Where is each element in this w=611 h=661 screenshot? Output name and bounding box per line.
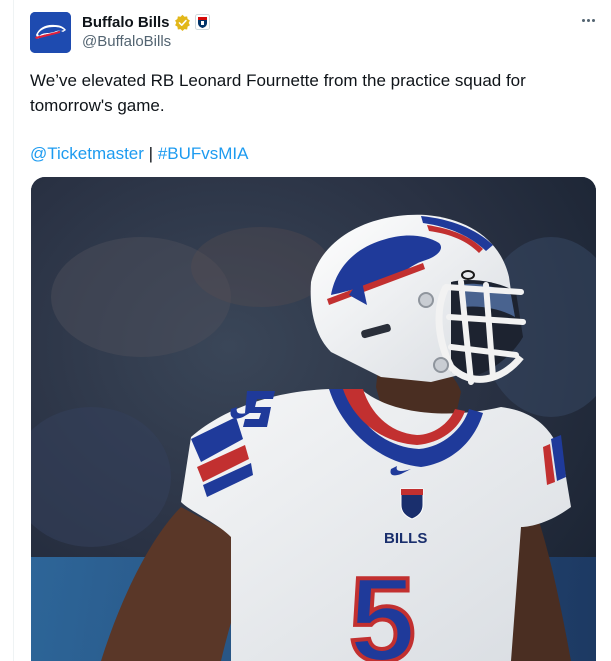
mention-link[interactable]: @Ticketmaster [30,144,144,163]
gold-verified-badge-icon[interactable] [174,14,191,31]
jersey-wordmark: BILLS [384,530,427,547]
more-horizontal-icon[interactable] [577,11,599,29]
jersey-number: 5 [349,553,416,661]
timeline-divider [13,0,14,661]
author-display-name[interactable]: Buffalo Bills [82,14,170,31]
tweet-text: We’ve elevated RB Leonard Fournette from… [30,71,526,115]
bills-logo-icon [30,12,71,53]
player-photo: BILLS 5 [31,177,596,661]
author-handle[interactable]: @BuffaloBills [82,33,171,50]
tweet-links: @Ticketmaster | #BUFvsMIA [30,141,249,166]
avatar[interactable] [30,12,71,53]
nfl-shield-badge-icon[interactable] [194,14,210,30]
link-separator: | [148,144,154,163]
hashtag-link[interactable]: #BUFvsMIA [158,144,249,163]
tweet-media-photo[interactable]: BILLS 5 [31,177,596,661]
author-name-row: Buffalo Bills [82,12,210,32]
